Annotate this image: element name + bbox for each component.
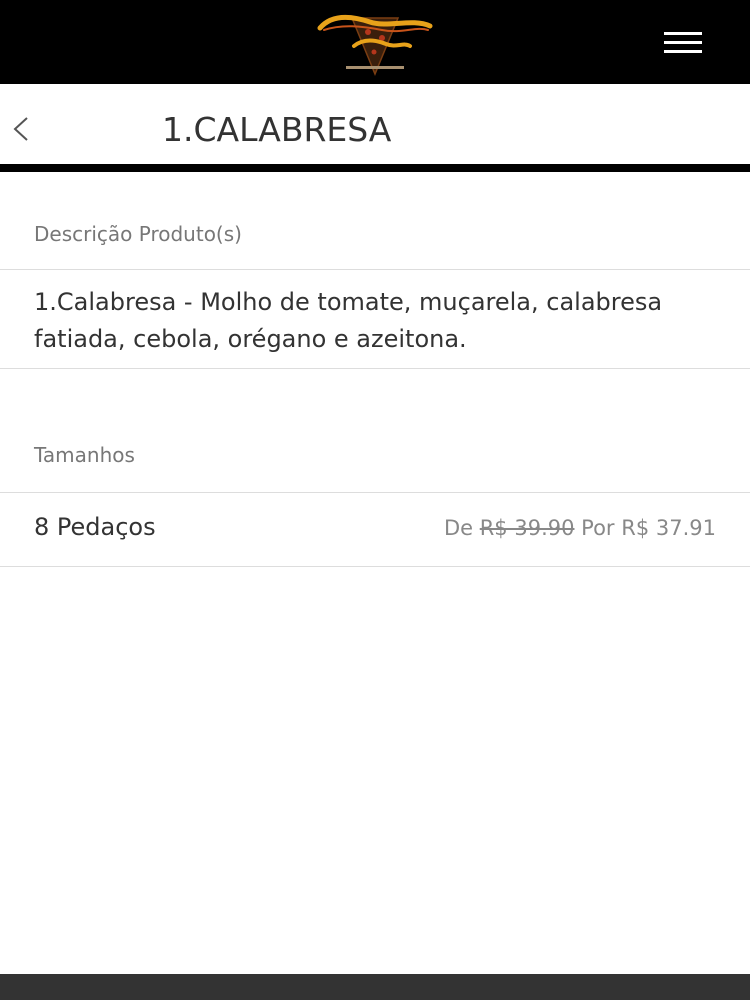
- sizes-section-header: Tamanhos: [34, 443, 135, 467]
- hamburger-menu-button[interactable]: [658, 28, 708, 58]
- brand-logo[interactable]: [312, 4, 438, 80]
- page-title: 1.CALABRESA: [162, 110, 392, 149]
- menu-line: [664, 41, 702, 44]
- copacabana-pizza-logo-icon: [317, 15, 433, 76]
- menu-line: [664, 32, 702, 35]
- menu-line: [664, 50, 702, 53]
- top-app-bar: [0, 0, 750, 84]
- description-section-header: Descrição Produto(s): [34, 222, 242, 246]
- price-info: De R$ 39.90 Por R$ 37.91: [444, 516, 716, 540]
- bottom-bar: [0, 974, 750, 1000]
- divider: [0, 269, 750, 270]
- divider: [0, 566, 750, 567]
- size-option-row[interactable]: 8 Pedaços De R$ 39.90 Por R$ 37.91: [0, 493, 750, 567]
- divider: [0, 368, 750, 369]
- old-price: R$ 39.90: [479, 516, 575, 540]
- price-to-label: Por: [581, 516, 615, 540]
- product-title-bar: 1.CALABRESA: [0, 84, 750, 172]
- back-button[interactable]: [8, 114, 38, 144]
- size-name: 8 Pedaços: [34, 513, 156, 541]
- chevron-left-icon: [13, 117, 28, 141]
- current-price: R$ 37.91: [621, 516, 716, 540]
- price-from-label: De: [443, 516, 474, 540]
- product-description: 1.Calabresa - Molho de tomate, muçarela,…: [34, 288, 663, 353]
